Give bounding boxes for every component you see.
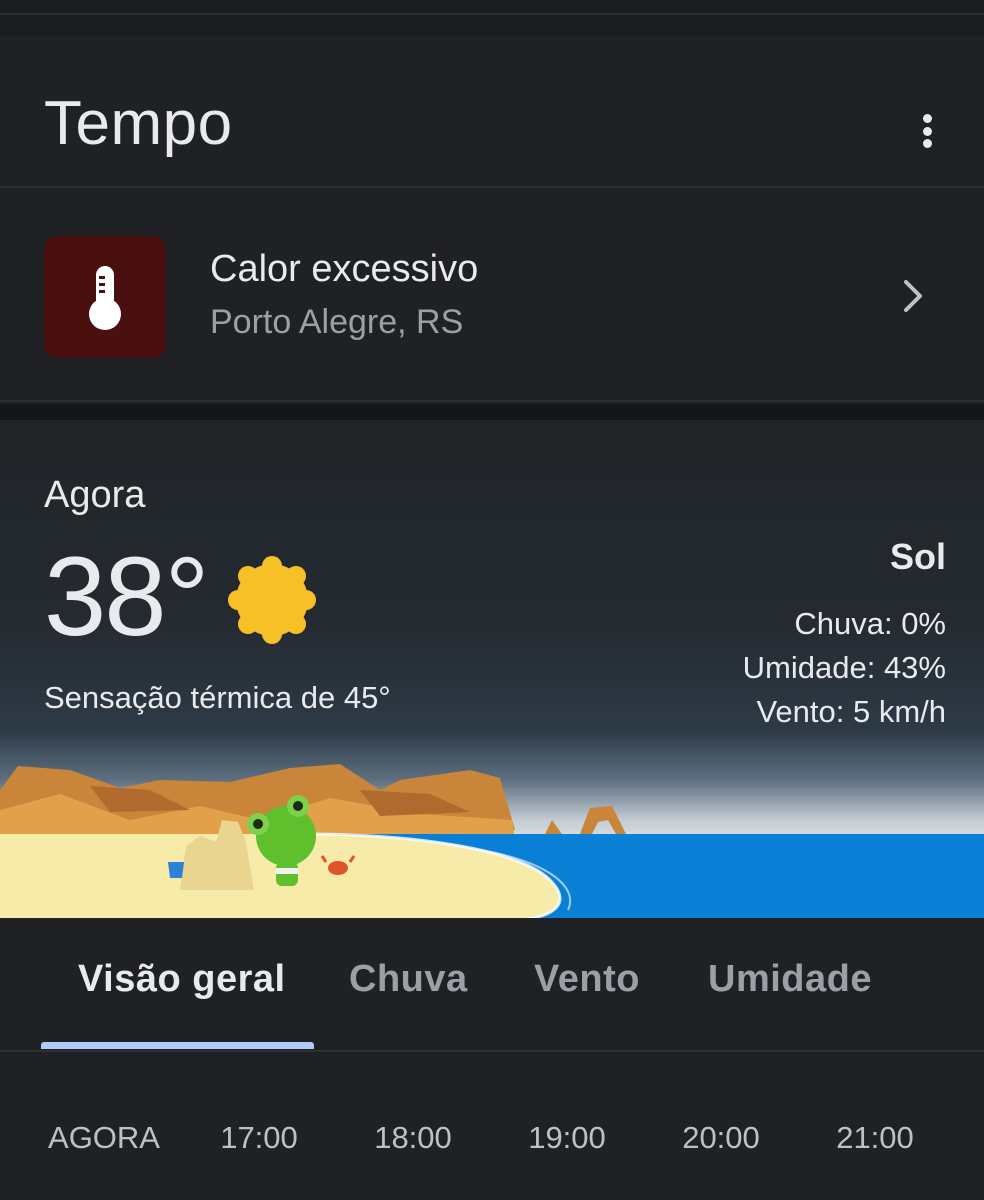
page-title: Tempo	[44, 89, 233, 158]
divider	[0, 13, 984, 15]
hour-label: 19:00	[528, 1120, 606, 1155]
current-conditions-panel: Agora 38° Sensação térmica de 45° Sol Ch…	[0, 420, 984, 920]
hour-label: 20:00	[682, 1120, 760, 1155]
alert-location: Porto Alegre, RS	[210, 303, 464, 341]
hour-label: 17:00	[220, 1120, 298, 1155]
tab-humidity[interactable]: Umidade	[708, 958, 872, 1001]
condition-label: Sol	[889, 536, 946, 577]
current-temperature: 38°	[44, 534, 209, 659]
alert-icon-box	[44, 236, 166, 358]
tab-rain[interactable]: Chuva	[349, 958, 468, 1001]
beach-illustration	[0, 764, 984, 920]
wind: Vento: 5 km/h	[756, 694, 946, 729]
feels-like: Sensação térmica de 45°	[44, 680, 391, 715]
tab-overview[interactable]: Visão geral	[78, 958, 286, 1001]
weather-alert-card[interactable]: Calor excessivo Porto Alegre, RS	[0, 190, 984, 402]
top-strip	[0, 0, 984, 36]
hourly-timeline: AGORA 17:00 18:00 19:00 20:00 21:00	[0, 1052, 984, 1200]
chevron-right-icon	[904, 280, 922, 312]
hour-label: 18:00	[374, 1120, 452, 1155]
alert-title: Calor excessivo	[210, 248, 479, 290]
rain-chance: Chuva: 0%	[794, 606, 946, 641]
section-separator	[0, 404, 984, 420]
hour-label: 21:00	[836, 1120, 914, 1155]
current-stats: Chuva: 0% Umidade: 43% Vento: 5 km/h	[743, 602, 946, 734]
active-tab-indicator	[41, 1042, 314, 1049]
hour-label: AGORA	[48, 1120, 160, 1155]
sun-icon	[228, 556, 316, 644]
now-label: Agora	[44, 474, 146, 516]
thermometer-icon	[89, 266, 121, 330]
app-header: Tempo	[0, 36, 984, 188]
more-options-icon[interactable]	[912, 108, 942, 154]
tab-bar: Visão geral Chuva Vento Umidade	[0, 918, 984, 1052]
humidity: Umidade: 43%	[742, 650, 946, 685]
tab-wind[interactable]: Vento	[534, 958, 640, 1001]
